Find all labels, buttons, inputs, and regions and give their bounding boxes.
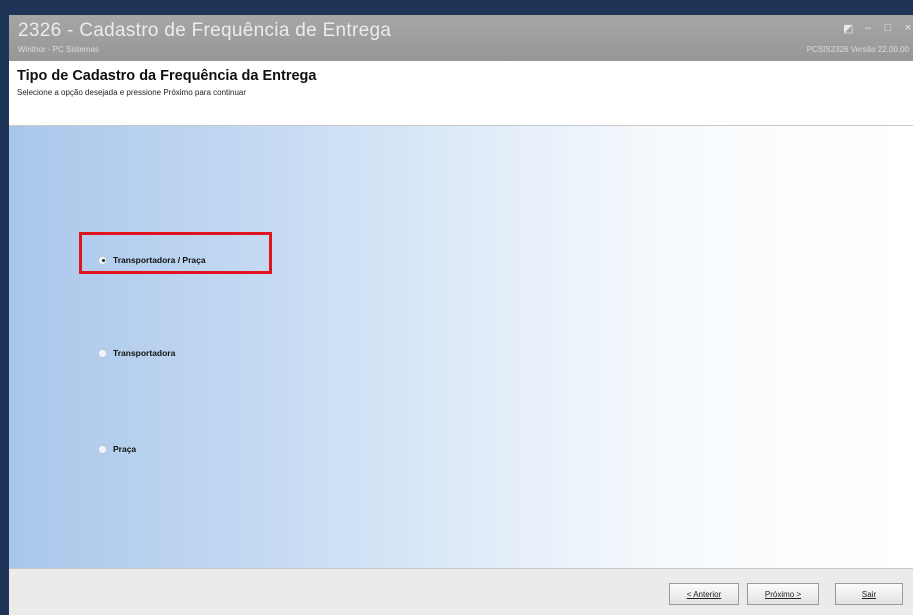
radio-icon[interactable] <box>98 348 107 358</box>
previous-button[interactable]: < Anterior <box>669 583 739 605</box>
exit-button[interactable]: Sair <box>835 583 903 605</box>
highlight-box <box>79 232 272 274</box>
wizard-footer: < Anterior Próximo > Sair <box>9 568 913 615</box>
window-version-info: PCSIS2326 Versão 22.00.00 <box>806 45 909 54</box>
page-title: Tipo de Cadastro da Frequência da Entreg… <box>17 68 317 84</box>
minimize-icon[interactable]: – <box>863 22 873 34</box>
app-window: 2326 - Cadastro de Frequência de Entrega… <box>9 15 913 615</box>
wizard-header: Tipo de Cadastro da Frequência da Entreg… <box>9 61 913 126</box>
next-button[interactable]: Próximo > <box>747 583 819 605</box>
option-praca[interactable]: Praça <box>98 444 136 454</box>
window-title: 2326 - Cadastro de Frequência de Entrega <box>18 20 392 41</box>
restore-icon[interactable]: ◩ <box>843 22 853 35</box>
wizard-content: Transportadora / Praça Transportadora Pr… <box>9 126 913 568</box>
option-label: Transportadora <box>113 348 176 358</box>
close-icon[interactable]: × <box>903 22 913 34</box>
title-bar: 2326 - Cadastro de Frequência de Entrega… <box>9 15 913 61</box>
page-subtitle: Selecione a opção desejada e pressione P… <box>17 88 247 97</box>
option-transportadora[interactable]: Transportadora <box>98 348 175 358</box>
radio-icon[interactable] <box>98 444 107 454</box>
maximize-icon[interactable]: □ <box>883 22 893 34</box>
window-subtitle: Winthor - PC Sistemas <box>18 45 99 54</box>
window-controls: ◩ – □ × <box>843 21 913 35</box>
option-label: Praça <box>113 444 137 454</box>
